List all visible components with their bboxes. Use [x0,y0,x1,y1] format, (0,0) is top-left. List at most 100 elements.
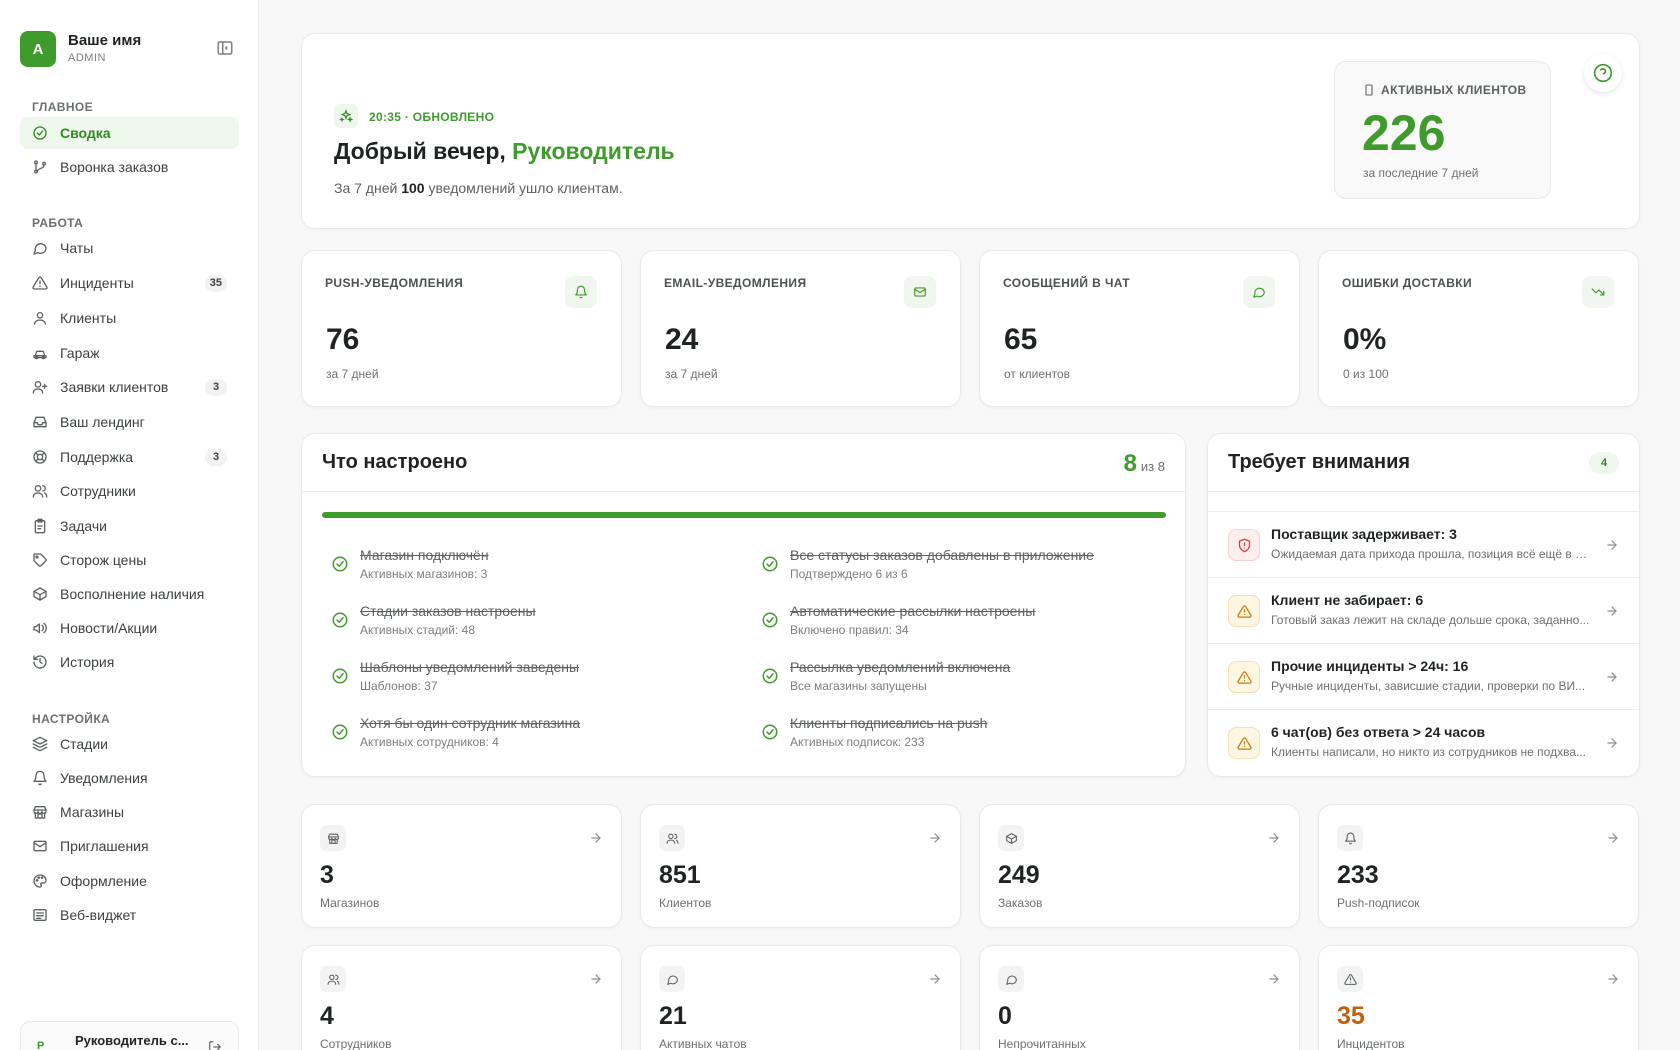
avatar[interactable]: A [20,31,56,67]
summary-tile[interactable]: 3 Магазинов [301,804,622,928]
attention-item-subtitle: Клиенты написали, но никто из сотруднико… [1271,745,1586,759]
summary-tile[interactable]: 21 Активных чатов [640,945,961,1050]
setup-task: Автоматические рассылки настроены Включен… [761,603,1181,643]
setup-task: Рассылка уведомлений включена Все магазин… [761,659,1181,699]
stat-card: СООБЩЕНИЙ В ЧАТ 65 от клиентов [979,250,1300,407]
bell-icon [565,276,597,308]
sidebar-item-1-1[interactable]: Инциденты 35 [20,267,239,299]
sidebar-item-2-2[interactable]: Магазины [20,796,239,828]
sidebar-item-2-3[interactable]: Приглашения [20,830,239,862]
arrow-right-icon [589,972,603,986]
warning-icon [1228,661,1260,693]
stat-value: 0% [1343,323,1387,356]
warning-icon [1228,727,1260,759]
attention-item[interactable]: Поставщик задерживает: 3 Ожидаемая дата п… [1208,511,1639,577]
stat-label: PUSH-УВЕДОМЛЕНИЯ [325,276,464,290]
mail-icon [32,838,48,854]
sidebar-collapse-icon[interactable] [216,39,236,59]
chat-icon [32,240,48,256]
summary-tile[interactable]: 851 Клиентов [640,804,961,928]
sidebar-item-1-3[interactable]: Гараж [20,337,239,369]
tile-value: 3 [320,861,334,889]
sidebar-item-1-11[interactable]: Новости/Акции [20,612,239,644]
task-subtitle: Все магазины запущены [790,679,927,693]
sidebar-item-1-5[interactable]: Ваш лендинг [20,406,239,438]
logout-icon[interactable] [208,1040,222,1050]
summary-tile[interactable]: 0 Непрочитанных [979,945,1300,1050]
sidebar-item-1-8[interactable]: Задачи [20,510,239,542]
attention-item[interactable]: Клиент не забирает: 6 Готовый заказ лежит… [1208,577,1639,643]
greeting-name: Руководитель [512,138,675,164]
sidebar-item-2-0[interactable]: Стадии [20,728,239,760]
sidebar-item-1-4[interactable]: Заявки клиентов 3 [20,371,239,403]
tile-value: 0 [998,1002,1012,1030]
sidebar-item-1-7[interactable]: Сотрудники [20,475,239,507]
current-user-card[interactable]: Р Руководитель с... [20,1021,239,1050]
sidebar-item-0-1[interactable]: Воронка заказов [20,151,239,183]
summary-tile[interactable]: 249 Заказов [979,804,1300,928]
tile-caption: Сотрудников [320,1037,392,1050]
attention-item-subtitle: Ручные инциденты, зависшие стадии, прове… [1271,679,1586,693]
sidebar-item-2-5[interactable]: Веб-виджет [20,899,239,931]
help-icon[interactable] [1584,54,1622,92]
arrow-right-icon [1606,831,1620,845]
sidebar-item-0-0[interactable]: Сводка [20,117,239,149]
setup-task: Клиенты подписались на push Активных подп… [761,715,1181,755]
sidebar-item-2-1[interactable]: Уведомления [20,762,239,794]
sidebar-item-1-9[interactable]: Сторож цены [20,544,239,576]
subtitle-prefix: За 7 дней [334,180,398,196]
check-circle-icon [331,611,349,629]
users-icon [32,483,48,499]
arrow-right-icon [1606,972,1620,986]
box-icon [998,825,1024,851]
stat-card: ОШИБКИ ДОСТАВКИ 0% 0 из 100 [1318,250,1639,407]
sidebar-item-label: Заявки клиентов [60,379,169,395]
bell-icon [1337,825,1363,851]
setup-task: Хотя бы один сотрудник магазина Активных … [331,715,751,755]
profile[interactable]: A Ваше имя ADMIN [20,31,240,69]
attention-item-title: 6 чат(ов) без ответа > 24 часов [1271,724,1486,740]
dashboard-icon [32,125,48,141]
arrow-right-icon [928,831,942,845]
sidebar-item-label: Гараж [60,345,100,361]
sidebar-item-label: Сотрудники [60,483,136,499]
sidebar-item-badge: 3 [205,379,227,396]
sidebar-item-label: Стадии [60,736,108,752]
sparkles-icon [334,104,358,128]
sidebar-item-label: Магазины [60,804,125,820]
sidebar-item-2-4[interactable]: Оформление [20,865,239,897]
arrow-right-icon [1267,831,1281,845]
attention-item[interactable]: 6 чат(ов) без ответа > 24 часов Клиенты н… [1208,709,1639,775]
sidebar-item-label: Веб-виджет [60,907,137,923]
profile-name: Ваше имя [68,32,142,49]
sidebar-item-1-12[interactable]: История [20,646,239,678]
inbox-icon [32,414,48,430]
sidebar-item-1-0[interactable]: Чаты [20,232,239,264]
megaphone-icon [32,620,48,636]
task-title: Рассылка уведомлений включена [790,659,1011,675]
phone-icon [1363,84,1375,96]
sidebar-item-1-2[interactable]: Клиенты [20,302,239,334]
setup-total: из 8 [1140,459,1165,474]
sidebar-item-1-10[interactable]: Восполнение наличия [20,578,239,610]
attention-item-subtitle: Ожидаемая дата прихода прошла, позиция в… [1271,547,1591,561]
task-subtitle: Шаблонов: 37 [360,679,438,693]
check-circle-icon [331,555,349,573]
greeting-text: Добрый вечер, [334,138,506,164]
summary-tile[interactable]: 35 Инцидентов [1318,945,1639,1050]
palette-icon [32,873,48,889]
task-title: Шаблоны уведомлений заведены [360,659,580,675]
arrow-right-icon [1605,670,1619,684]
tile-caption: Клиентов [659,896,712,910]
sidebar-item-label: Поддержка [60,449,134,465]
arrow-right-icon [589,831,603,845]
attention-item[interactable]: Прочие инциденты > 24ч: 16 Ручные инциден… [1208,643,1639,709]
user-name: Руководитель с... [75,1033,189,1048]
sidebar-item-1-6[interactable]: Поддержка 3 [20,441,239,473]
attention-card: Требует внимания 4 Поставщик задерживает… [1207,433,1640,777]
attention-item-subtitle: Готовый заказ лежит на складе дольше сро… [1271,613,1590,627]
stat-value: 24 [665,323,699,356]
summary-tile[interactable]: 4 Сотрудников [301,945,622,1050]
tile-caption: Push-подписок [1337,896,1420,910]
summary-tile[interactable]: 233 Push-подписок [1318,804,1639,928]
